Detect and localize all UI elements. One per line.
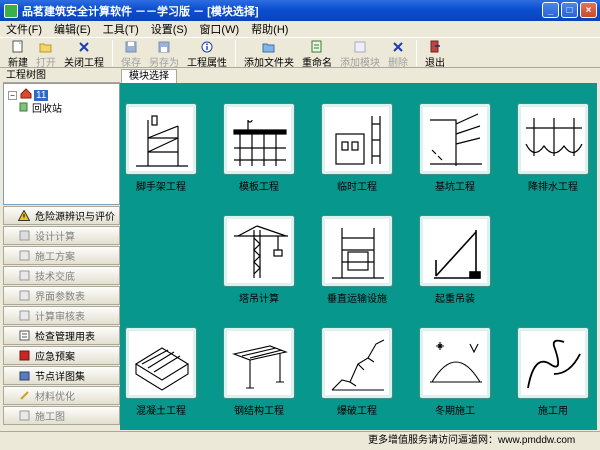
module-scaffolding[interactable]: 脚手架工程 (125, 103, 197, 195)
calculator-icon (18, 230, 30, 242)
save-as-button[interactable]: 另存为 (145, 38, 183, 69)
toolbar-separator (416, 40, 417, 66)
status-bar: 更多增值服务请访问逼道网：www.pmddw.com (0, 431, 600, 450)
module-vertical-transport[interactable]: 垂直运输设施 (321, 215, 393, 307)
open-folder-icon (39, 40, 53, 53)
save-as-icon (157, 40, 171, 53)
node-details-button[interactable]: 节点详图集 (3, 366, 120, 385)
left-function-panel: 危险源辨识与评价 设计计算 施工方案 技术交底 界面参数表 计算审核表 检查管理… (3, 206, 120, 426)
construction-drawing-button[interactable]: 施工图 (3, 406, 120, 425)
close-project-button[interactable]: 关闭工程 (60, 38, 108, 69)
vertical-transport-icon (332, 228, 384, 279)
save-icon (124, 40, 138, 53)
temporary-works-icon (335, 116, 381, 165)
hoisting-icon (434, 230, 481, 279)
toolbar-separator (112, 40, 113, 66)
formwork-icon (233, 119, 287, 166)
save-button[interactable]: 保存 (117, 38, 145, 69)
emergency-plan-button[interactable]: 应急预案 (3, 346, 120, 365)
new-file-icon (11, 40, 25, 53)
recycle-bin-icon (18, 101, 29, 115)
add-folder-button[interactable]: 添加文件夹 (240, 38, 298, 69)
rename-button[interactable]: 重命名 (298, 38, 336, 69)
tower-crane-icon (234, 225, 288, 278)
hazard-identification-button[interactable]: 危险源辨识与评价 (3, 206, 120, 225)
menu-window[interactable]: 窗口(W) (199, 21, 239, 37)
module-grid: 脚手架工程 模板工程 临时工程 基坑工程 降排水工程 塔吊计算 垂直运输设施 起… (120, 83, 597, 430)
open-button[interactable]: 打开 (32, 38, 60, 69)
material-optimization-button[interactable]: 材料优化 (3, 386, 120, 405)
module-formwork[interactable]: 模板工程 (223, 103, 295, 195)
menu-edit[interactable]: 编辑(E) (54, 21, 91, 37)
construction-plan-button[interactable]: 施工方案 (3, 246, 120, 265)
minimize-button[interactable]: _ (542, 2, 559, 18)
tree-recycle-label[interactable]: 回收站 (32, 100, 62, 115)
review-icon (18, 310, 30, 322)
menu-help[interactable]: 帮助(H) (251, 21, 288, 37)
menu-tools[interactable]: 工具(T) (103, 21, 139, 37)
menu-file[interactable]: 文件(F) (6, 21, 42, 37)
module-tower-crane[interactable]: 塔吊计算 (223, 215, 295, 307)
new-button[interactable]: 新建 (4, 38, 32, 69)
blasting-icon (331, 339, 385, 391)
concrete-icon (134, 347, 190, 391)
module-temporary-works[interactable]: 临时工程 (321, 103, 393, 195)
delete-icon (391, 40, 405, 53)
maximize-button[interactable]: □ (561, 2, 578, 18)
menu-bar: 文件(F) 编辑(E) 工具(T) 设置(S) 窗口(W) 帮助(H) (0, 21, 600, 37)
table-icon (18, 290, 30, 302)
handshake-icon (18, 270, 30, 282)
toolbar: 新建 打开 关闭工程 保存 另存为 工程属性 添加文件夹 重命名 添加模块 删除 (0, 37, 600, 69)
module-blasting[interactable]: 爆破工程 (321, 327, 393, 419)
exit-button[interactable]: 退出 (421, 38, 449, 69)
window-title: 品茗建筑安全计算软件 －－学习版 － [模块选择] (22, 5, 259, 18)
module-foundation-pit[interactable]: 基坑工程 (419, 103, 491, 195)
exit-icon (428, 40, 442, 53)
menu-settings[interactable]: 设置(S) (151, 21, 188, 37)
tree-recycle-node[interactable]: 回收站 (18, 100, 62, 115)
checklist-icon (18, 330, 30, 342)
design-calculation-button[interactable]: 设计计算 (3, 226, 120, 245)
add-module-button[interactable]: 添加模块 (336, 38, 384, 69)
winter-construction-icon (430, 342, 482, 383)
inspection-forms-button[interactable]: 检查管理用表 (3, 326, 120, 345)
tree-expander-icon[interactable]: − (8, 90, 17, 100)
close-icon (77, 40, 91, 53)
calculation-review-button[interactable]: 计算审核表 (3, 306, 120, 325)
steel-structure-icon (232, 345, 288, 389)
delete-button[interactable]: 删除 (384, 38, 412, 69)
dewatering-icon (525, 118, 583, 156)
module-steel-structure[interactable]: 钢结构工程 (223, 327, 295, 419)
project-tree[interactable]: − 11 回收站 (3, 83, 120, 205)
curve-icon (527, 339, 581, 389)
drawing-icon (18, 410, 30, 422)
module-dewatering[interactable]: 降排水工程 (517, 103, 589, 195)
technical-briefing-button[interactable]: 技术交底 (3, 266, 120, 285)
module-concrete[interactable]: 混凝土工程 (125, 327, 197, 419)
project-tree-header: 工程树图 (3, 69, 120, 83)
stack-icon (18, 370, 30, 382)
module-construction-curve[interactable]: 施工用 (517, 327, 589, 419)
title-bar: 品茗建筑安全计算软件 －－学习版 － [模块选择] _ □ × (0, 0, 600, 21)
book-icon (18, 350, 30, 362)
module-hoisting[interactable]: 起重吊装 (419, 215, 491, 307)
pencil-icon (18, 390, 30, 402)
plan-icon (18, 250, 30, 262)
info-icon (200, 40, 214, 53)
add-folder-icon (262, 40, 276, 53)
project-properties-button[interactable]: 工程属性 (183, 38, 231, 69)
add-module-icon (353, 40, 367, 53)
app-icon (4, 3, 18, 18)
foundation-pit-icon (430, 113, 482, 166)
rename-icon (310, 40, 324, 53)
toolbar-separator (235, 40, 236, 66)
module-winter-construction[interactable]: 冬期施工 (419, 327, 491, 419)
scaffold-icon (136, 115, 188, 167)
close-window-button[interactable]: × (580, 2, 597, 18)
tree-root-label[interactable]: 11 (34, 89, 49, 101)
warning-icon (18, 210, 30, 222)
tab-module-selection[interactable]: 模块选择 (121, 69, 177, 83)
interface-parameters-button[interactable]: 界面参数表 (3, 286, 120, 305)
